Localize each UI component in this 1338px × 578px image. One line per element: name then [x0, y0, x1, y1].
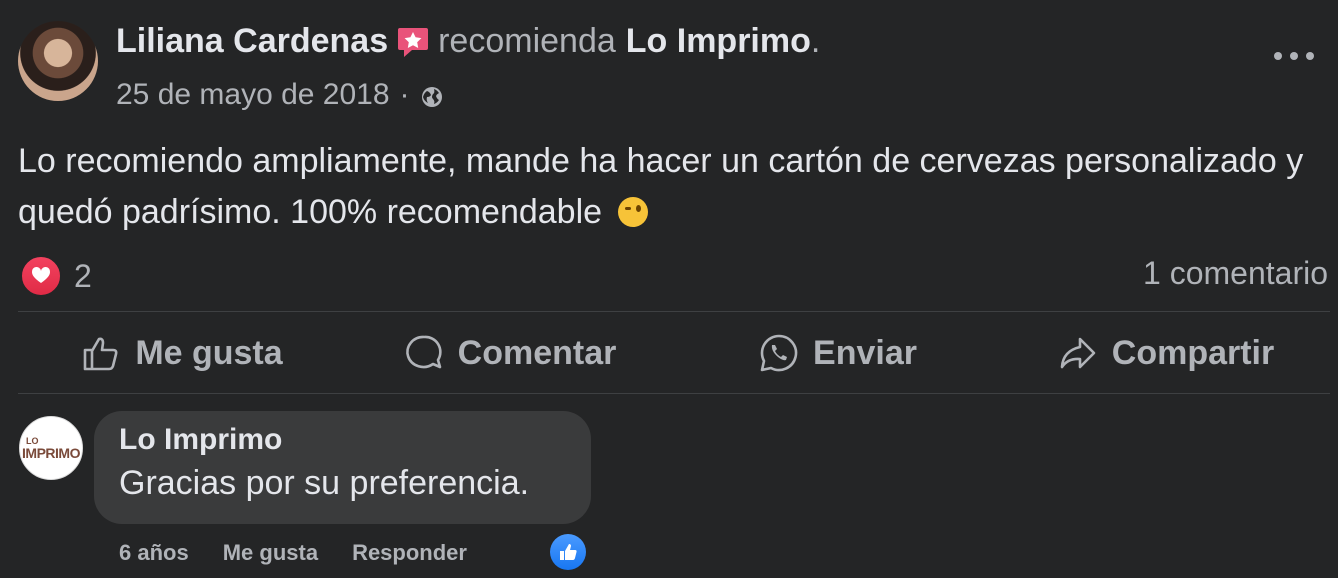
like-button[interactable]: Me gusta: [18, 313, 346, 393]
reactions-summary[interactable]: 2: [20, 255, 92, 297]
reaction-count: 2: [74, 257, 92, 294]
comment-reply-button[interactable]: Responder: [352, 540, 467, 566]
comment-time[interactable]: 6 años: [119, 540, 189, 566]
post-header-line: Liliana Cardenas recomienda Lo Imprimo .: [116, 22, 820, 61]
like-label: Me gusta: [135, 333, 283, 372]
divider-top: [18, 311, 1330, 312]
share-label: Compartir: [1111, 333, 1275, 372]
comment-meta: 6 años Me gusta Responder: [119, 540, 467, 566]
post-meta: 25 de mayo de 2018 ·: [116, 78, 444, 112]
logo-main-text: IMPRIMO: [22, 444, 80, 461]
love-reaction-icon: [20, 255, 62, 297]
comment-text: Gracias por su preferencia.: [119, 464, 530, 502]
post-text: Lo recomiendo ampliamente, mande ha hace…: [18, 136, 1318, 238]
post-text-content: Lo recomiendo ampliamente, mande ha hace…: [18, 142, 1304, 231]
share-button[interactable]: Compartir: [1002, 313, 1330, 393]
comment-label: Comentar: [457, 333, 617, 372]
recommends-label: recomienda: [438, 22, 616, 60]
comment-like-button[interactable]: Me gusta: [223, 540, 318, 566]
author-name[interactable]: Liliana Cardenas: [116, 22, 388, 61]
globe-icon[interactable]: [420, 85, 444, 109]
thumbs-up-icon: [84, 337, 118, 371]
post-actions: Me gusta Comentar Enviar Compartir: [18, 313, 1330, 393]
page-avatar[interactable]: LO IMPRIMO: [19, 416, 83, 480]
send-label: Enviar: [813, 333, 917, 372]
more-options-icon[interactable]: [1274, 44, 1314, 68]
period: .: [810, 22, 821, 60]
comment-author[interactable]: Lo Imprimo: [119, 423, 282, 457]
page-name-link[interactable]: Lo Imprimo: [626, 22, 811, 61]
send-button[interactable]: Enviar: [674, 313, 1002, 393]
share-arrow-icon: [1060, 337, 1096, 369]
comment-count-link[interactable]: 1 comentario: [1143, 255, 1328, 292]
recommend-star-icon: [398, 27, 429, 57]
comment-button[interactable]: Comentar: [346, 313, 674, 393]
divider-bottom: [18, 393, 1330, 394]
like-reaction-icon[interactable]: [550, 534, 586, 570]
author-avatar[interactable]: [18, 21, 98, 101]
wink-emoji-icon: [617, 197, 648, 227]
whatsapp-icon: [760, 334, 798, 372]
comment-bubble-icon: [405, 335, 442, 369]
meta-separator: ·: [399, 78, 410, 111]
post-date[interactable]: 25 de mayo de 2018: [116, 78, 390, 112]
